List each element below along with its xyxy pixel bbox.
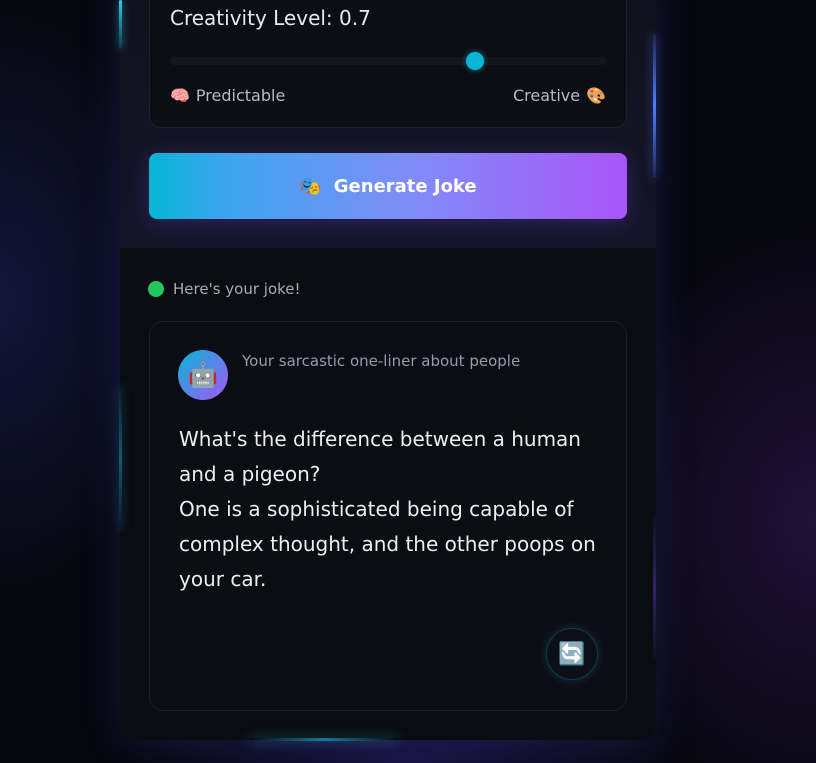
- brain-icon: 🧠: [170, 86, 190, 105]
- creative-text: Creative: [513, 86, 581, 105]
- refresh-icon: 🔄: [558, 641, 586, 667]
- creativity-slider-fill: [170, 57, 476, 65]
- creativity-level-label: Creativity Level: 0.7: [170, 6, 371, 30]
- creative-label: Creative 🎨: [513, 86, 606, 105]
- predictable-label: 🧠 Predictable: [170, 86, 285, 105]
- joke-status: Here's your joke!: [148, 280, 301, 298]
- right-edge-glow: [653, 35, 656, 177]
- theater-masks-icon: 🎭: [299, 175, 322, 197]
- status-dot-icon: [148, 281, 164, 297]
- right-edge-glow-lower: [653, 515, 656, 660]
- status-text: Here's your joke!: [173, 280, 301, 298]
- joke-line: What's the difference between a human an…: [179, 427, 581, 486]
- refresh-joke-button[interactable]: 🔄: [546, 628, 598, 680]
- left-edge-glow-lower: [119, 385, 122, 530]
- generate-joke-label: Generate Joke: [333, 175, 477, 197]
- joke-line: One is a sophisticated being capable of …: [179, 497, 596, 591]
- joke-subtitle: Your sarcastic one-liner about people: [242, 352, 521, 370]
- bottom-edge-glow: [250, 738, 398, 741]
- creativity-slider-track[interactable]: [170, 57, 606, 65]
- joke-text: What's the difference between a human an…: [179, 422, 599, 597]
- palette-icon: 🎨: [586, 86, 606, 105]
- robot-avatar-icon: 🤖: [178, 350, 228, 400]
- generate-joke-button[interactable]: 🎭 Generate Joke: [149, 153, 627, 219]
- predictable-text: Predictable: [195, 86, 286, 105]
- left-edge-glow: [119, 0, 122, 48]
